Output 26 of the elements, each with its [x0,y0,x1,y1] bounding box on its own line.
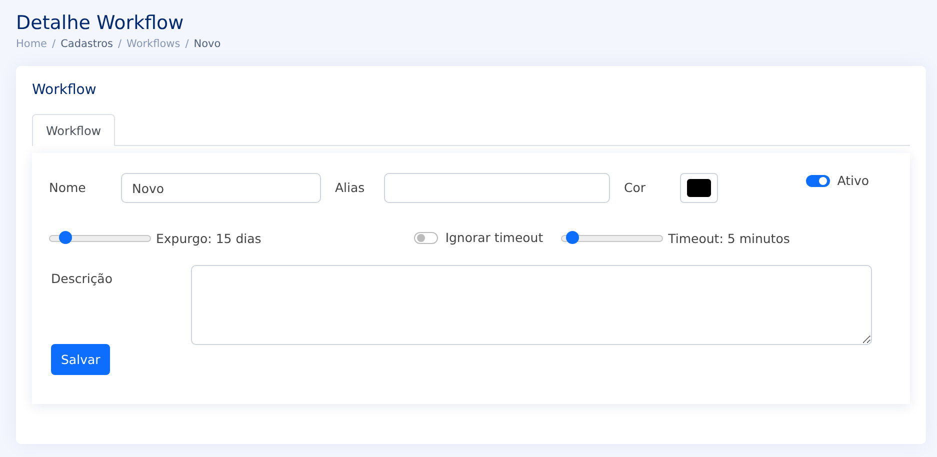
input-field[interactable]: Novo [121,173,321,203]
field-label: Nome [49,179,87,197]
breadcrumb-separator: / [118,38,122,50]
save-button[interactable]: Salvar [51,344,110,375]
slider-reading: Expurgo: 15 dias [156,230,262,246]
field-label: Alias [335,179,366,197]
tab[interactable]: Workflow [32,114,116,146]
field-label: Cor [624,179,647,197]
breadcrumb-link[interactable]: Workflows [126,38,180,50]
breadcrumb-separator: / [185,38,189,50]
input-field[interactable] [384,173,610,203]
field-label: Descrição [51,270,114,288]
toggle-switch[interactable] [414,232,438,244]
toggle-label: Ignorar timeout [445,230,544,246]
card-title: Workflow [32,81,98,100]
page-title: Detalhe Workflow [16,11,185,36]
slider-thumb[interactable] [566,230,580,244]
toggle-switch[interactable] [806,175,830,187]
color-picker[interactable] [680,173,718,203]
breadcrumb-separator: / [52,38,56,50]
breadcrumb-text: Cadastros [60,38,113,50]
slider-thumb[interactable] [58,230,72,244]
slider-reading: Timeout: 5 minutos [668,230,790,246]
toggle-label: Ativo [837,173,869,189]
breadcrumb-text: Novo [194,38,221,50]
breadcrumb-link[interactable]: Home [16,38,48,50]
